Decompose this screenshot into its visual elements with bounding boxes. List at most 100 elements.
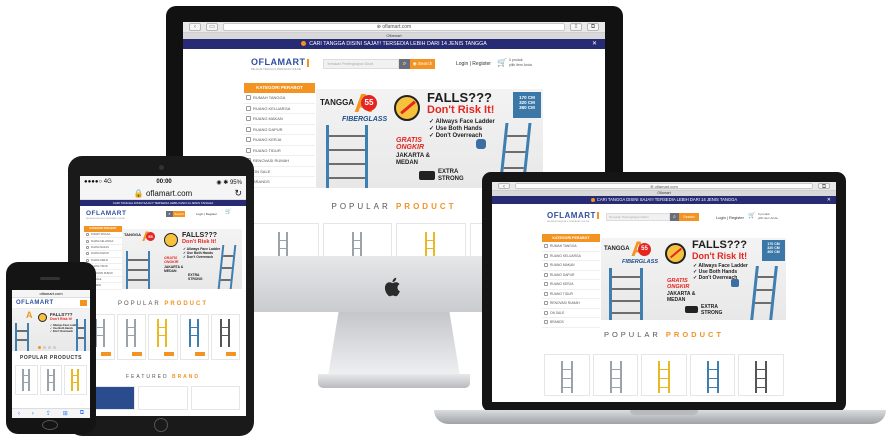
carrier-signal: ●●●●○ 4G xyxy=(84,179,112,185)
product-card[interactable] xyxy=(592,354,639,396)
site-logo[interactable]: OFLAMART xyxy=(251,57,309,67)
laptop-screen: ‹ ⊕ oflamart.com ⧉ Oflamart CARI TANGGA … xyxy=(492,182,836,402)
product-card[interactable] xyxy=(210,314,241,360)
search-input[interactable]: Temukan Perlengkapan Disini xyxy=(323,59,399,69)
category-label: RUANG KELUARGA xyxy=(550,253,581,258)
search-input[interactable]: Temukan Perlengkapan Disini xyxy=(606,213,670,221)
banner-falls: FALLS??? xyxy=(427,90,492,105)
category-item[interactable]: RUANG MAKAN xyxy=(244,114,315,125)
site-logo[interactable]: OFLAMART xyxy=(86,210,126,217)
category-item[interactable]: RUANG TIDUR xyxy=(244,146,315,156)
site-logo[interactable]: OFLAMART xyxy=(547,211,599,220)
category-item[interactable]: BRANDS xyxy=(244,177,315,188)
category-item[interactable]: ON SALE xyxy=(244,167,315,177)
product-card[interactable] xyxy=(641,354,687,396)
category-item[interactable]: RUANG KERJA xyxy=(542,280,600,290)
phone-home-button[interactable] xyxy=(42,420,58,430)
category-item[interactable]: RUANG KELUARGA xyxy=(244,104,315,114)
cart-icon[interactable]: 🛒 xyxy=(225,209,231,215)
close-icon[interactable]: ✕ xyxy=(592,39,597,49)
tabs-icon[interactable]: ⧉ xyxy=(818,183,830,190)
product-card[interactable] xyxy=(179,314,209,360)
tabs-icon[interactable]: ⧉ xyxy=(80,410,84,417)
hero-banner[interactable]: TANGGA A 55 FALLS??? Don't Risk It! ✓ Al… xyxy=(122,229,242,289)
carousel-dots[interactable] xyxy=(38,346,56,349)
phone-address-bar[interactable]: oflamart.com xyxy=(12,290,90,298)
product-card[interactable] xyxy=(64,365,88,395)
category-label: ON SALE xyxy=(253,168,271,174)
category-item[interactable]: RUANG MAKAN xyxy=(542,261,600,271)
sidebar-toggle-icon[interactable]: ▭ xyxy=(206,23,218,31)
product-card[interactable] xyxy=(322,223,392,256)
back-button[interactable]: ‹ xyxy=(498,183,510,190)
search-button[interactable]: ◉ Search xyxy=(410,59,435,69)
category-icon xyxy=(246,147,251,153)
search-icon[interactable]: ⌕ xyxy=(670,213,679,221)
login-link[interactable]: Login | Register xyxy=(456,61,491,67)
category-item[interactable]: RENOVASI RUMAH xyxy=(244,156,315,167)
phone-browser-toolbar: ‹ › ⇪ ⊞ ⧉ xyxy=(12,408,90,418)
back-button[interactable]: ‹ xyxy=(189,23,201,31)
login-link[interactable]: Login | Register xyxy=(716,215,744,220)
phone-speaker xyxy=(40,277,60,280)
product-row xyxy=(86,314,241,360)
login-link[interactable]: Login | Register xyxy=(196,212,217,216)
category-item[interactable]: BRANDS xyxy=(542,318,600,328)
cart-icon[interactable]: 🛒 xyxy=(497,58,507,67)
brand-card[interactable] xyxy=(190,386,240,410)
cart-icon[interactable]: 🛒 xyxy=(748,212,755,219)
product-card[interactable] xyxy=(249,223,319,256)
featured-brand-title: FEATURED BRAND xyxy=(125,374,201,380)
product-card[interactable] xyxy=(689,354,736,396)
search-icon[interactable]: ⌕ xyxy=(399,59,410,69)
search-button[interactable]: Search xyxy=(679,213,699,221)
product-card[interactable] xyxy=(148,314,178,360)
category-item[interactable]: RUANG KELUARGA xyxy=(542,252,600,261)
category-item[interactable]: RUANG DAPUR xyxy=(542,271,600,280)
category-item[interactable]: RUANG DAPUR xyxy=(244,125,315,135)
brand-card[interactable] xyxy=(138,386,188,410)
banner-dont: Don't Risk It! xyxy=(692,251,748,261)
close-icon[interactable]: ✕ xyxy=(827,196,831,204)
back-icon[interactable]: ‹ xyxy=(18,411,20,417)
product-card[interactable] xyxy=(544,354,590,396)
promo-icon xyxy=(301,41,307,47)
reload-icon[interactable]: ↻ xyxy=(234,188,242,199)
battery-indicator: ◉ ✱ 95% xyxy=(216,179,242,186)
tabs-icon[interactable]: ⧉ xyxy=(587,23,599,31)
hero-banner[interactable]: TANGGA A 55 FIBERGLASS FALLS??? Don't Ri… xyxy=(601,238,786,320)
search-icon[interactable]: ⌕ xyxy=(166,211,173,217)
search-bar: Temukan Perlengkapan Disini ⌕ ◉ Search xyxy=(323,59,435,69)
category-label: RENOVASI RUMAH xyxy=(253,158,290,164)
category-item[interactable]: RUMAH TANGGA xyxy=(542,242,600,252)
address-bar[interactable]: ⊕ oflamart.com xyxy=(515,183,813,189)
hero-banner[interactable]: A FALLS??? Don't Risk It! ✓ Allways Face… xyxy=(12,309,90,351)
search-button[interactable]: Search xyxy=(173,211,185,217)
category-item[interactable]: RUANG TIDUR xyxy=(542,290,600,299)
tablet-home-button[interactable] xyxy=(154,418,168,432)
share-icon[interactable]: ⇪ xyxy=(570,23,582,31)
banner-gratis: GRATIS ONGKIR xyxy=(396,137,424,151)
product-card[interactable] xyxy=(738,354,784,396)
tablet-address-bar[interactable]: 🔒 oflamart.com ↻ xyxy=(80,188,246,200)
site-body: KATEGORI PERABOT RUMAH TANGGA RUANG KELUA… xyxy=(492,234,836,402)
bookmarks-icon[interactable]: ⊞ xyxy=(63,410,68,417)
address-bar[interactable]: ⊕ oflamart.com xyxy=(223,23,565,31)
share-icon[interactable]: ⇪ xyxy=(46,410,51,417)
menu-icon[interactable] xyxy=(80,300,87,306)
apple-logo-icon xyxy=(384,276,404,298)
product-card[interactable] xyxy=(396,223,466,256)
forward-icon[interactable]: › xyxy=(32,411,34,417)
category-label: RUMAH TANGGA xyxy=(91,233,111,237)
product-card[interactable] xyxy=(15,365,38,395)
site-header: OFLAMART BELANJA TANGGA & PERKAKAS ONLIN… xyxy=(183,49,605,83)
category-item[interactable]: RUMAH TANGGA xyxy=(244,93,315,104)
category-item[interactable]: RUANG KERJA xyxy=(244,135,315,146)
category-item[interactable]: RENOVASI RUMAH xyxy=(542,299,600,309)
banner-tips: ✓ Allways Face Ladder ✓ Use Both Hands ✓ D… xyxy=(429,119,495,139)
category-item[interactable]: ON SALE xyxy=(542,309,600,318)
product-card[interactable] xyxy=(39,365,63,395)
search-bar: ⌕ Search xyxy=(166,211,185,217)
site-logo[interactable]: OFLAMART xyxy=(16,300,54,306)
product-card[interactable] xyxy=(117,314,147,360)
